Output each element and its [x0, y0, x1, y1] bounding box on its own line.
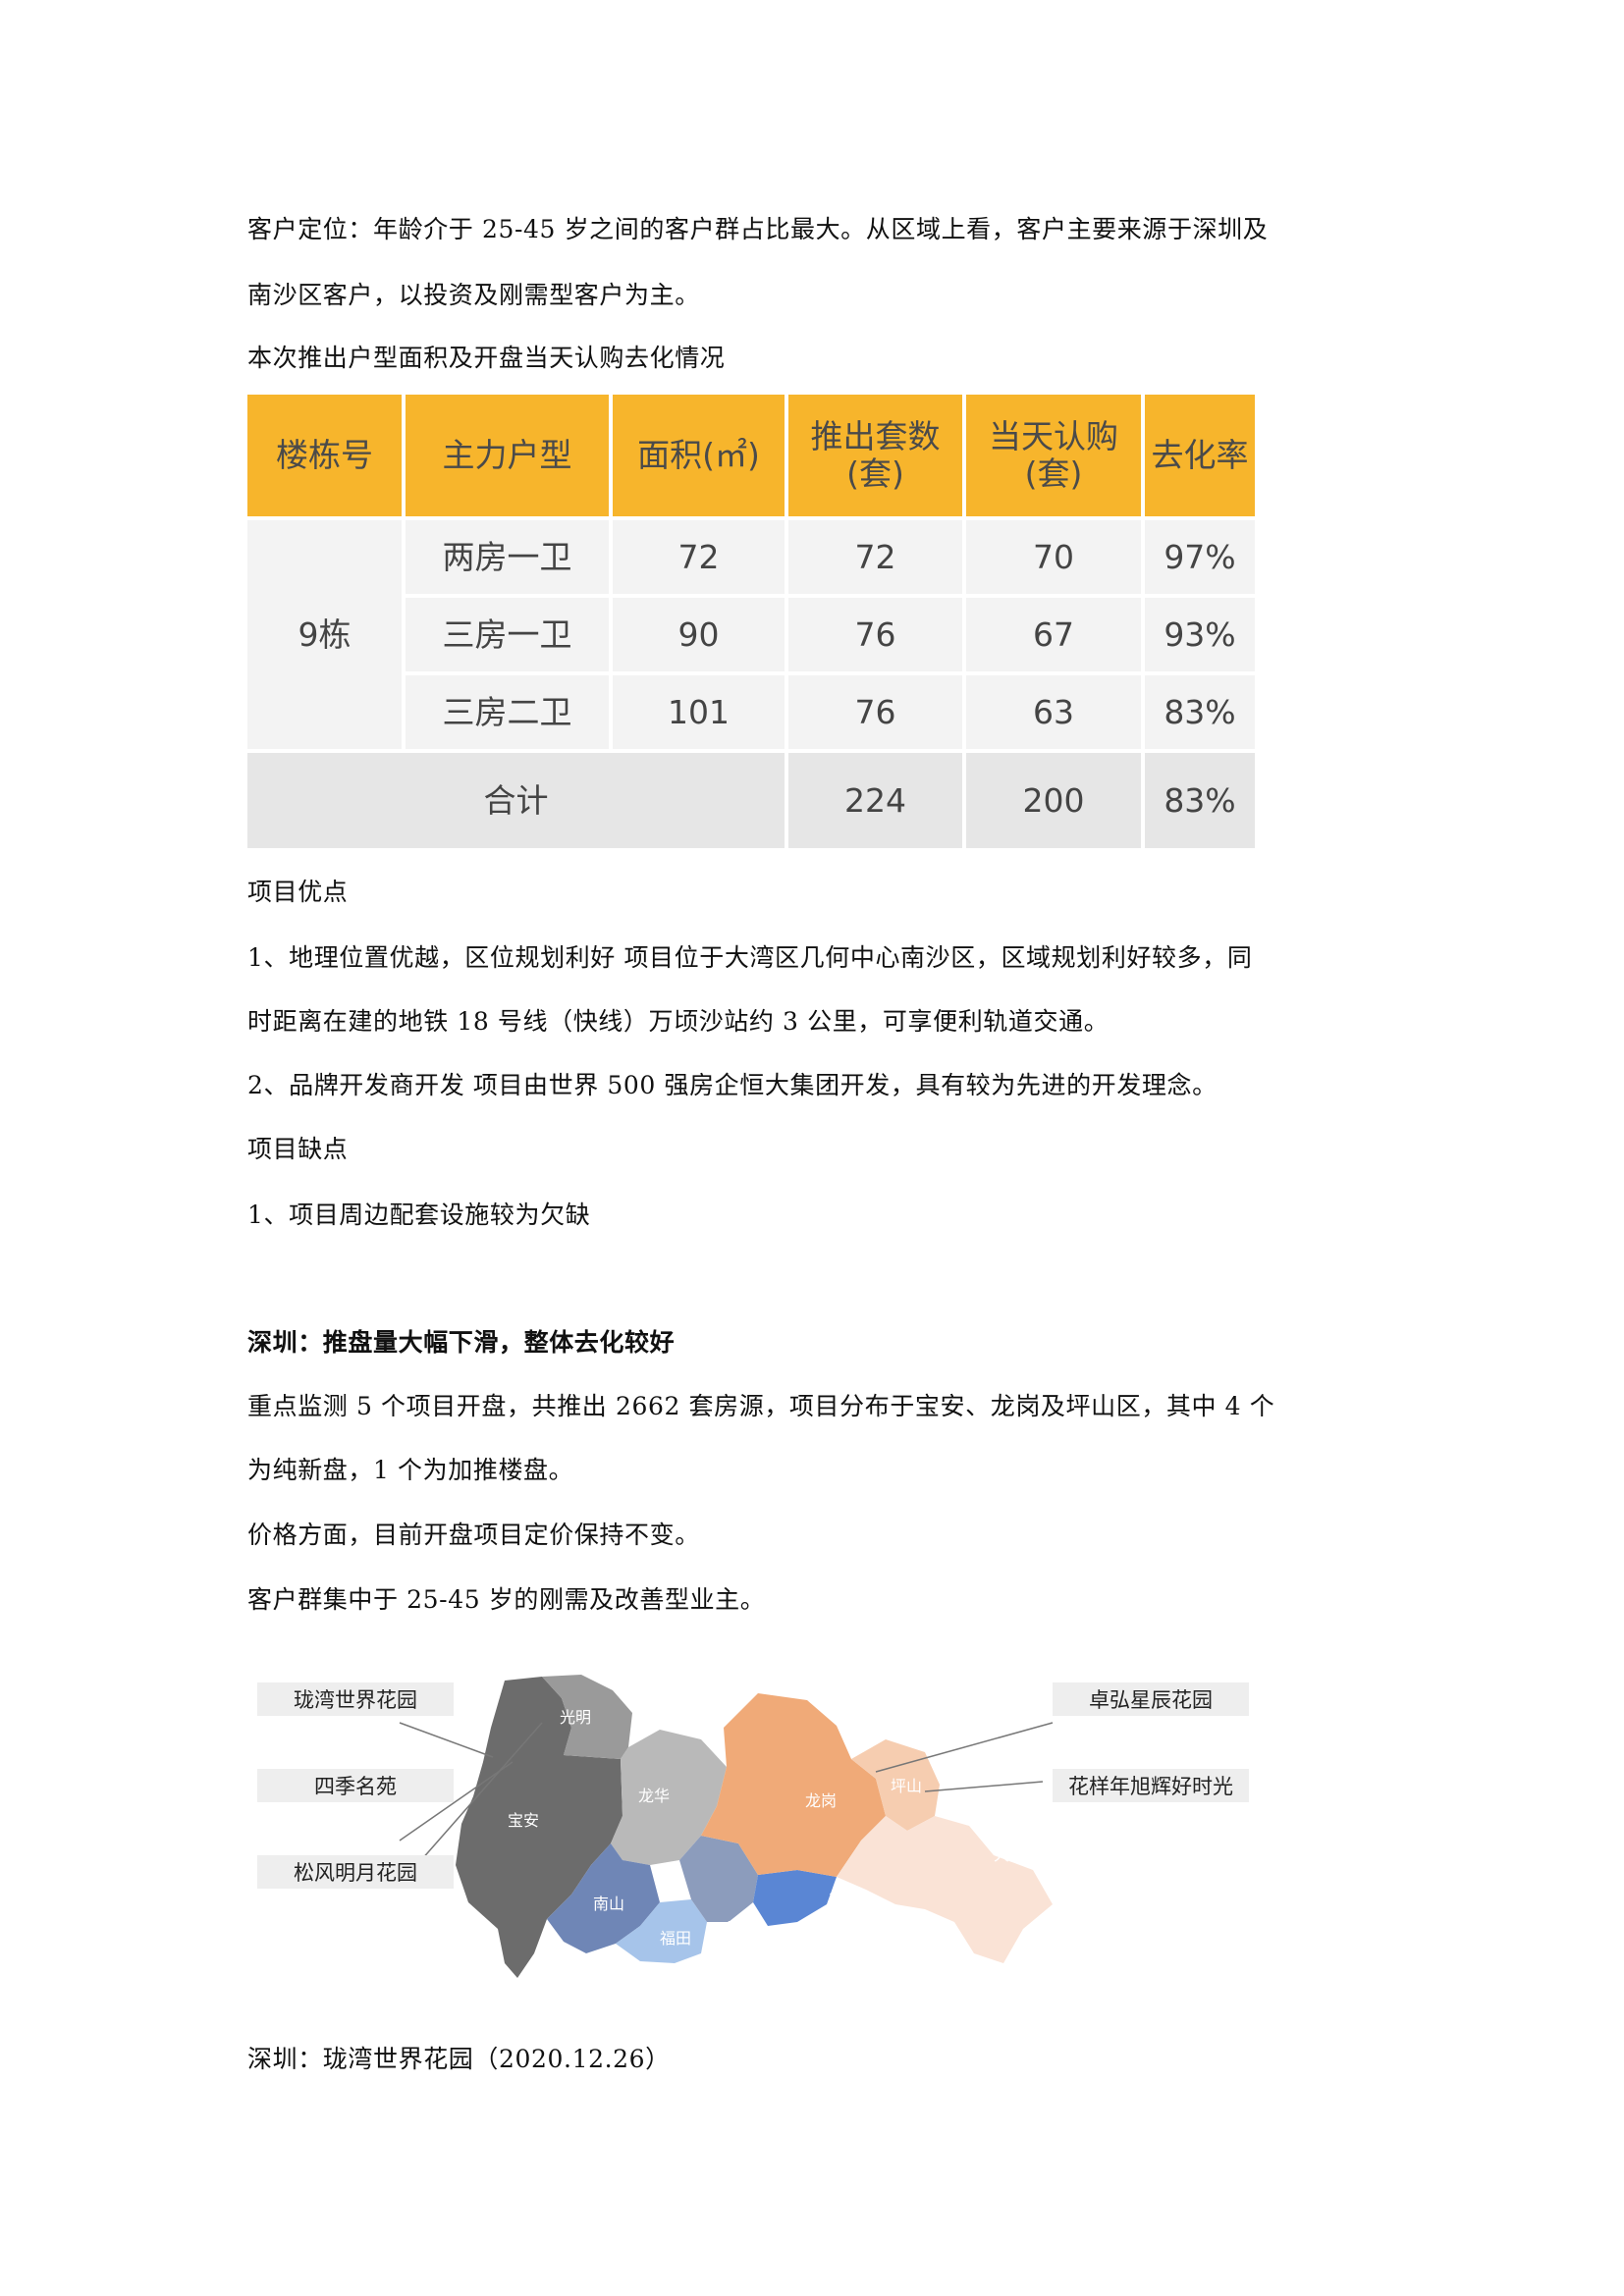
row-2-area: 90 [613, 598, 785, 671]
row-3-type: 三房二卫 [406, 675, 609, 749]
row-1-subscribed: 70 [966, 520, 1141, 594]
header-subscribed-line2: (套) [1024, 454, 1083, 493]
row-2-type: 三房一卫 [406, 598, 609, 671]
shenzhen-district-map: 光明 宝安 龙华 南山 福田 罗湖 盐田 龙岗 坪山 大鹏 [399, 1675, 1054, 1978]
shenzhen-project-title: 深圳：珑湾世界花园（2020.12.26） [247, 2045, 671, 2073]
shenzhen-summary-line-2: 为纯新盘，1 个为加推楼盘。 [247, 1456, 574, 1484]
total-launched: 224 [788, 753, 962, 848]
district-yantian [753, 1870, 837, 1926]
header-area: 面积(㎡) [613, 395, 785, 516]
header-launched-line2: (套) [846, 454, 904, 493]
row-1-area: 72 [613, 520, 785, 594]
building-cell: 9栋 [247, 520, 402, 749]
district-label-longgang: 龙岗 [805, 1791, 837, 1810]
row-3-area: 101 [613, 675, 785, 749]
row-2-launched: 76 [788, 598, 962, 671]
row-1-launched: 72 [788, 520, 962, 594]
pros-title: 项目优点 [247, 878, 349, 906]
shenzhen-price: 价格方面，目前开盘项目定价保持不变。 [247, 1521, 700, 1549]
customer-positioning-line-1: 客户定位：年龄介于 25-45 岁之间的客户群占比最大。从区域上看，客户主要来源… [247, 215, 1269, 243]
header-subscribed: 当天认购 (套) [966, 395, 1141, 516]
header-rate: 去化率 [1145, 395, 1255, 516]
sales-table: 楼栋号 主力户型 面积(㎡) 推出套数 (套) 当天认购 (套) 去化率 9栋 … [247, 395, 1255, 848]
shenzhen-summary-line-1: 重点监测 5 个项目开盘，共推出 2662 套房源，项目分布于宝安、龙岗及坪山区… [247, 1392, 1275, 1420]
customer-positioning-line-2: 南沙区客户，以投资及刚需型客户为主。 [247, 281, 700, 309]
map-label-huayangnian: 花样年旭辉好时光 [1053, 1769, 1249, 1802]
district-label-yantian: 盐田 [829, 1890, 860, 1908]
total-label: 合计 [247, 753, 785, 848]
district-label-luohu: 罗湖 [727, 1919, 758, 1938]
pros-1-line-1: 1、地理位置优越，区位规划利好 项目位于大湾区几何中心南沙区，区域规划利好较多，… [247, 943, 1253, 972]
district-label-longhua: 龙华 [638, 1787, 670, 1805]
total-rate: 83% [1145, 753, 1255, 848]
shenzhen-customers: 客户群集中于 25-45 岁的刚需及改善型业主。 [247, 1585, 766, 1614]
header-launched-line1: 推出套数 [810, 417, 941, 455]
district-label-guangming: 光明 [560, 1708, 591, 1727]
leader-line-1 [399, 1722, 494, 1758]
row-1-type: 两房一卫 [406, 520, 609, 594]
district-dapeng [837, 1816, 1053, 1963]
map-label-longwan: 珑湾世界花园 [257, 1682, 454, 1716]
shenzhen-map-figure: 光明 宝安 龙华 南山 福田 罗湖 盐田 龙岗 坪山 大鹏 珑湾世界花园 四季名… [247, 1669, 1259, 1993]
row-3-subscribed: 63 [966, 675, 1141, 749]
pros-1-line-2: 时距离在建的地铁 18 号线（快线）万顷沙站约 3 公里，可享便利轨道交通。 [247, 1007, 1110, 1036]
district-label-dapeng: 大鹏 [994, 1845, 1025, 1864]
row-3-launched: 76 [788, 675, 962, 749]
header-unit-type: 主力户型 [406, 395, 609, 516]
header-building: 楼栋号 [247, 395, 402, 516]
cons-title: 项目缺点 [247, 1135, 349, 1163]
header-subscribed-line1: 当天认购 [989, 417, 1118, 455]
map-label-songfeng: 松风明月花园 [257, 1855, 454, 1889]
total-subscribed: 200 [966, 753, 1141, 848]
district-label-baoan: 宝安 [508, 1811, 539, 1830]
row-1-rate: 97% [1145, 520, 1255, 594]
header-launched: 推出套数 (套) [788, 395, 962, 516]
pros-2: 2、品牌开发商开发 项目由世界 500 强房企恒大集团开发，具有较为先进的开发理… [247, 1071, 1218, 1099]
row-3-rate: 83% [1145, 675, 1255, 749]
district-label-nanshan: 南山 [593, 1895, 624, 1913]
row-2-rate: 93% [1145, 598, 1255, 671]
leader-line-5 [924, 1781, 1044, 1792]
shenzhen-heading: 深圳：推盘量大幅下滑，整体去化较好 [247, 1328, 676, 1357]
district-label-futian: 福田 [660, 1929, 691, 1948]
table-intro: 本次推出户型面积及开盘当天认购去化情况 [247, 344, 726, 372]
row-2-subscribed: 67 [966, 598, 1141, 671]
map-label-zhuohong: 卓弘星辰花园 [1053, 1682, 1249, 1716]
district-label-pingshan: 坪山 [891, 1777, 922, 1795]
cons-1: 1、项目周边配套设施较为欠缺 [247, 1201, 591, 1229]
map-label-siji: 四季名苑 [257, 1769, 454, 1802]
